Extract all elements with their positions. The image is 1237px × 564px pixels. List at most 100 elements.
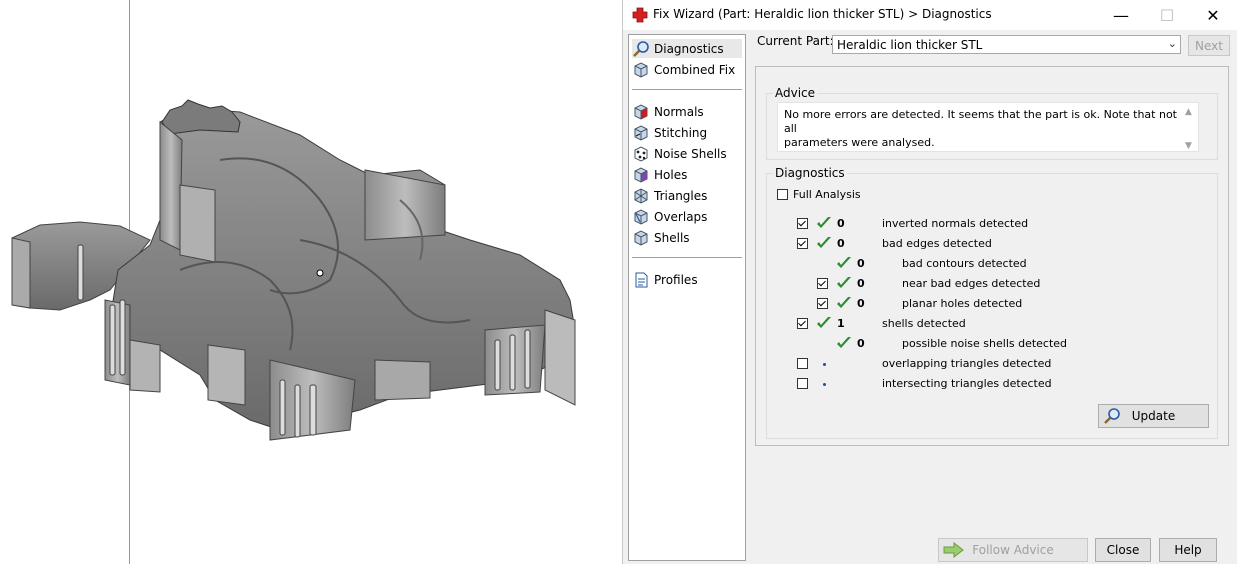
diagnostics-title: Diagnostics <box>773 166 847 180</box>
bad-contours-count: 0 <box>857 257 865 270</box>
update-button[interactable]: Update <box>1098 404 1209 428</box>
chevron-down-icon: ⌄ <box>1167 37 1177 50</box>
planar-holes-count: 0 <box>857 297 865 310</box>
noise-shells-label: possible noise shells detected <box>902 337 1068 350</box>
advice-group: Advice No more errors are detected. It s… <box>766 86 1218 160</box>
nav-item-profiles[interactable]: Profiles <box>632 270 742 289</box>
nav-item-shells[interactable]: Shells <box>632 228 742 247</box>
close-label: Close <box>1106 543 1140 557</box>
next-button[interactable]: Next <box>1188 35 1230 56</box>
nav-separator <box>632 257 742 258</box>
inverted-normals-label: inverted normals detected <box>882 217 1029 230</box>
intersecting-triangles-label: intersecting triangles detected <box>882 377 1052 390</box>
close-window-button[interactable]: ✕ <box>1190 0 1236 30</box>
fix-wizard-dialog: Fix Wizard (Part: Heraldic lion thicker … <box>622 0 1237 564</box>
advice-text: No more errors are detected. It seems th… <box>777 102 1199 152</box>
near-bad-edges-label: near bad edges detected <box>902 277 1041 290</box>
diagnostics-panel: Advice No more errors are detected. It s… <box>755 66 1229 446</box>
nav-label: Shells <box>654 230 690 245</box>
follow-advice-button[interactable]: Follow Advice <box>938 538 1088 562</box>
near-bad-edges-count: 0 <box>857 277 865 290</box>
maximize-button[interactable]: ☐ <box>1144 0 1190 30</box>
ok-check-icon <box>817 217 831 228</box>
title-bar: Fix Wizard (Part: Heraldic lion thicker … <box>623 0 1237 30</box>
holes-cube-icon <box>634 166 648 183</box>
close-icon: ✕ <box>1206 5 1220 25</box>
nav-label: Noise Shells <box>654 146 727 161</box>
3d-viewport[interactable] <box>0 0 622 564</box>
stitching-cube-icon <box>634 124 648 141</box>
nav-item-triangles[interactable]: Triangles <box>632 186 742 205</box>
overlaps-cube-icon <box>634 208 648 225</box>
overlapping-triangles-label: overlapping triangles detected <box>882 357 1052 370</box>
cube-icon <box>634 61 648 78</box>
advice-title: Advice <box>773 86 818 100</box>
maximize-icon: ☐ <box>1159 5 1175 25</box>
red-cross-icon <box>632 7 648 23</box>
nav-label: Profiles <box>654 272 698 287</box>
close-button[interactable]: Close <box>1095 538 1151 562</box>
full-analysis-label: Full Analysis <box>793 188 861 201</box>
near-bad-edges-checkbox[interactable] <box>817 278 828 289</box>
current-part-label: Current Part: <box>757 34 834 48</box>
nav-item-combined-fix[interactable]: Combined Fix <box>632 60 742 79</box>
planar-holes-checkbox[interactable] <box>817 298 828 309</box>
diagnostics-group: Diagnostics Full Analysis 0 inverted nor… <box>766 166 1218 439</box>
shells-checkbox[interactable] <box>797 318 808 329</box>
current-part-value: Heraldic lion thicker STL <box>837 37 983 52</box>
pending-dot-icon <box>823 363 826 366</box>
ok-check-icon <box>837 277 851 288</box>
current-part-select[interactable]: Heraldic lion thicker STL ⌄ <box>832 35 1181 54</box>
help-label: Help <box>1174 543 1202 557</box>
magnifier-icon <box>1104 408 1120 424</box>
window-title: Fix Wizard (Part: Heraldic lion thicker … <box>653 7 992 21</box>
arrow-right-icon <box>943 542 964 558</box>
nav-item-diagnostics[interactable]: Diagnostics <box>632 39 742 58</box>
triangles-cube-icon <box>634 187 648 204</box>
nav-item-stitching[interactable]: Stitching <box>632 123 742 142</box>
nav-label: Holes <box>654 167 688 182</box>
inverted-normals-count: 0 <box>837 217 845 230</box>
help-button[interactable]: Help <box>1159 538 1217 562</box>
advice-line: No more errors are detected. It seems th… <box>784 108 1177 135</box>
nav-label: Stitching <box>654 125 708 140</box>
pending-dot-icon <box>823 383 826 386</box>
scroll-up-icon: ▲ <box>1185 107 1192 117</box>
bad-edges-checkbox[interactable] <box>797 238 808 249</box>
bad-edges-label: bad edges detected <box>882 237 992 250</box>
ok-check-icon <box>817 317 831 328</box>
ok-check-icon <box>837 257 851 268</box>
bad-contours-label: bad contours detected <box>902 257 1027 270</box>
follow-advice-label: Follow Advice <box>972 543 1054 557</box>
nav-item-holes[interactable]: Holes <box>632 165 742 184</box>
normals-cube-icon <box>634 103 648 120</box>
nav-label: Normals <box>654 104 704 119</box>
ok-check-icon <box>837 297 851 308</box>
lion-3d-model <box>11 99 576 441</box>
next-label: Next <box>1195 38 1223 53</box>
shells-label: shells detected <box>882 317 966 330</box>
magnifier-icon <box>633 40 649 57</box>
profiles-document-icon <box>635 272 648 287</box>
nav-label: Overlaps <box>654 209 708 224</box>
shells-count: 1 <box>837 317 845 330</box>
bad-edges-count: 0 <box>837 237 845 250</box>
noise-shells-icon <box>634 145 648 162</box>
intersecting-triangles-checkbox[interactable] <box>797 378 808 389</box>
advice-line: parameters were analysed. <box>784 136 935 149</box>
wizard-nav: Diagnostics Combined Fix Normals Stitchi… <box>628 34 746 561</box>
scroll-down-icon: ▼ <box>1185 141 1192 151</box>
minimize-button[interactable]: — <box>1098 0 1144 30</box>
nav-label: Diagnostics <box>654 41 724 56</box>
ok-check-icon <box>837 337 851 348</box>
full-analysis-checkbox[interactable] <box>777 189 788 200</box>
nav-item-overlaps[interactable]: Overlaps <box>632 207 742 226</box>
advice-scrollbar[interactable]: ▲ ▼ <box>1182 103 1198 151</box>
planar-holes-label: planar holes detected <box>902 297 1023 310</box>
inverted-normals-checkbox[interactable] <box>797 218 808 229</box>
minimize-icon: — <box>1113 5 1129 25</box>
shells-cube-icon <box>634 229 648 246</box>
nav-item-normals[interactable]: Normals <box>632 102 742 121</box>
nav-item-noise-shells[interactable]: Noise Shells <box>632 144 742 163</box>
overlapping-triangles-checkbox[interactable] <box>797 358 808 369</box>
